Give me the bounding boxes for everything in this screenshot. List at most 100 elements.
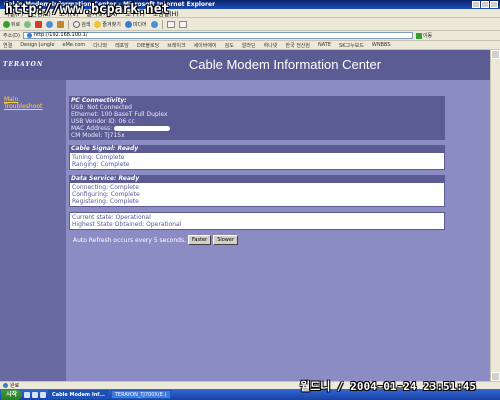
close-button[interactable]: [490, 1, 498, 8]
window-controls: [472, 1, 498, 8]
toolbar-separator: [161, 19, 163, 29]
link-item[interactable]: WNBBS: [372, 42, 391, 48]
stop-icon: [35, 20, 43, 28]
cable-signal-section: Cable Signal: Ready Tuning: Complete Ran…: [69, 145, 445, 170]
link-item[interactable]: 한국 전산원: [285, 42, 310, 49]
back-button[interactable]: 뒤로: [3, 20, 21, 28]
link-item[interactable]: 검도: [225, 42, 234, 49]
media-button[interactable]: 미디어: [124, 20, 147, 28]
ethernet-status: Ethernet: 100 BaseT Full Duplex: [71, 111, 168, 118]
cable-signal-heading: Cable Signal: Ready: [69, 145, 445, 152]
connecting-status: Connecting: Complete: [72, 184, 139, 191]
status-text: 완료: [10, 383, 20, 389]
link-item[interactable]: 브레이크: [167, 42, 185, 49]
refresh-button[interactable]: [46, 20, 54, 28]
data-service-section: Data Service: Ready Connecting: Complete…: [69, 175, 445, 207]
terayon-logo: TERAYON: [3, 61, 44, 68]
address-bar: 주소(D) http://192.168.100.1/ 이동: [0, 31, 500, 41]
mac-address-row: MAC Address:: [71, 125, 443, 132]
history-icon: [150, 20, 158, 28]
go-arrow-icon: [415, 32, 422, 39]
quicklaunch-explorer-icon[interactable]: [40, 391, 47, 398]
auto-refresh-row: Auto Refresh occurs every 5 seconds. Fas…: [69, 235, 445, 245]
address-label: 주소(D): [3, 33, 20, 39]
cable-signal-body: Tuning: Complete Ranging: Complete: [69, 152, 445, 170]
history-button[interactable]: [150, 20, 158, 28]
links-bar: 연결 Design Jungle eMe.com 다나와 레포앙 DIE블로딩 …: [0, 41, 500, 50]
links-label: 연결: [3, 42, 13, 49]
address-input[interactable]: http://192.168.100.1/: [22, 32, 413, 39]
left-nav: Main Troubleshoot: [0, 80, 66, 381]
favorites-button[interactable]: 즐겨찾기: [94, 20, 121, 28]
page-icon: [26, 33, 32, 38]
ranging-status: Ranging: Complete: [72, 161, 130, 168]
nav-main-link[interactable]: Main: [4, 96, 18, 103]
printer-icon: [178, 20, 187, 28]
scroll-up-arrow-icon[interactable]: [491, 50, 500, 59]
mail-button[interactable]: [166, 20, 175, 28]
tuning-status: Tuning: Complete: [72, 154, 125, 161]
link-item[interactable]: eMe.com: [63, 42, 86, 48]
watermark: http://www.bcpark.net: [5, 2, 170, 17]
refresh-icon: [46, 20, 54, 28]
page-done-icon: [3, 383, 8, 388]
data-service-body: Connecting: Complete Configuring: Comple…: [69, 182, 445, 207]
nav-troubleshoot-link[interactable]: Troubleshoot: [4, 103, 42, 110]
status-content: PC Connectivity: USB: Not Connected Ethe…: [69, 96, 445, 245]
address-url: http://192.168.100.1/: [33, 32, 88, 38]
media-label: 미디어: [132, 21, 147, 28]
data-service-heading: Data Service: Ready: [69, 175, 445, 182]
search-icon: [73, 20, 81, 28]
link-item[interactable]: NATE: [318, 42, 331, 48]
mac-address-label: MAC Address:: [71, 125, 113, 132]
highest-state: Highest State Obtained: Operational: [72, 221, 182, 228]
search-label: 검색: [81, 21, 91, 28]
quicklaunch-desktop-icon[interactable]: [24, 391, 31, 398]
slower-button[interactable]: Slower: [213, 235, 239, 245]
favorites-label: 즐겨찾기: [102, 21, 121, 28]
current-state: Current state: Operational: [72, 214, 151, 221]
back-arrow-icon: [3, 20, 10, 28]
star-icon: [94, 20, 102, 28]
state-section: Current state: Operational Highest State…: [69, 212, 445, 230]
maximize-button[interactable]: [481, 1, 489, 8]
cm-model: CM Model: TJ715x: [71, 132, 125, 139]
pc-connectivity-section: PC Connectivity: USB: Not Connected Ethe…: [69, 96, 445, 140]
link-item[interactable]: Design Jungle: [20, 42, 54, 48]
link-item[interactable]: 세이버에이: [194, 42, 217, 49]
start-button[interactable]: 시작: [1, 389, 23, 400]
stop-button[interactable]: [35, 20, 43, 28]
print-button[interactable]: [178, 20, 187, 28]
registering-status: Registering: Complete: [72, 198, 139, 205]
quicklaunch-ie-icon[interactable]: [32, 391, 39, 398]
taskbar-item[interactable]: TERAYON_TJ700X(E:): [110, 390, 171, 399]
usb-status: USB: Not Connected: [71, 104, 132, 111]
toolbar-separator: [68, 19, 70, 29]
link-item[interactable]: 다나와: [93, 42, 107, 49]
link-item[interactable]: 하나넷: [264, 42, 278, 49]
link-item[interactable]: 레포앙: [115, 42, 129, 49]
scroll-down-arrow-icon[interactable]: [491, 372, 500, 381]
home-button[interactable]: [57, 20, 65, 28]
link-item[interactable]: 알라딘: [242, 42, 256, 49]
faster-button[interactable]: Faster: [188, 235, 212, 245]
usb-vendor-id: USB Vendor ID: 06 cc: [71, 118, 135, 125]
configuring-status: Configuring: Complete: [72, 191, 140, 198]
minimize-button[interactable]: [472, 1, 480, 8]
taskbar-item[interactable]: Cable Modem Inf...: [48, 390, 109, 399]
go-button[interactable]: 이동: [415, 32, 433, 39]
auto-refresh-text: Auto Refresh occurs every 5 seconds.: [73, 236, 186, 244]
go-label: 이동: [422, 33, 433, 39]
link-item[interactable]: DIE블로딩: [137, 42, 159, 49]
forward-arrow-icon: [24, 20, 32, 28]
search-button[interactable]: 검색: [73, 20, 91, 28]
media-icon: [124, 20, 132, 28]
forward-button[interactable]: [24, 20, 32, 28]
toolbar: 뒤로 검색 즐겨찾기 미디어: [0, 18, 500, 31]
pc-connectivity-heading: PC Connectivity:: [71, 97, 127, 104]
mail-icon: [166, 20, 175, 28]
redaction-mark: [114, 126, 171, 131]
vertical-scrollbar[interactable]: [490, 50, 500, 381]
link-item[interactable]: SK그누보드: [339, 42, 364, 49]
back-label: 뒤로: [11, 21, 21, 28]
